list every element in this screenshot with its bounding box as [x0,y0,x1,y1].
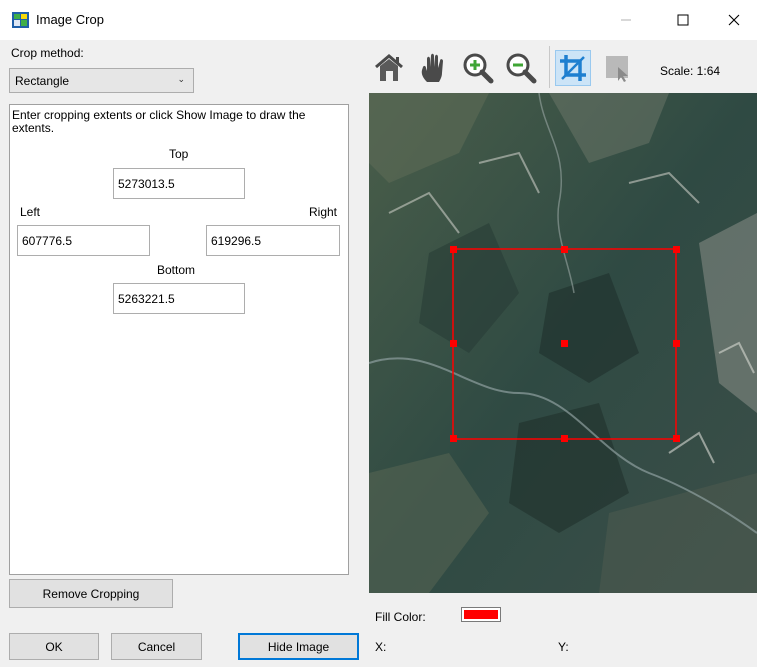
right-label: Right [309,205,338,219]
x-coordinate-label: X: [375,640,387,654]
crop-tool-button[interactable] [555,50,591,86]
zoom-in-tool-button[interactable] [460,50,496,86]
satellite-image [369,93,757,593]
scale-readout: Scale: 1:64 [660,64,721,78]
fill-color-sample [464,610,498,619]
remove-cropping-button[interactable]: Remove Cropping [9,579,173,608]
bottom-extent-input[interactable] [113,283,245,314]
zoom-out-icon [506,53,537,84]
select-region-icon [606,56,628,82]
fill-color-swatch[interactable] [461,607,501,622]
bottom-label: Bottom [157,263,196,277]
hide-image-button[interactable]: Hide Image [238,633,359,660]
crop-icon [560,55,586,81]
satellite-image-app-icon [12,12,29,28]
title-bar: Image Crop [0,0,757,40]
y-coordinate-label: Y: [558,640,569,654]
pan-tool-button[interactable] [416,50,452,86]
zoom-out-tool-button[interactable] [503,50,539,86]
toolbar-separator [549,46,550,88]
minimize-icon [621,19,631,21]
close-button[interactable] [711,0,757,40]
crop-method-value: Rectangle [15,74,70,88]
ok-button[interactable]: OK [9,633,99,660]
minimize-button[interactable] [603,0,649,40]
top-label: Top [169,147,189,161]
select-region-tool-button[interactable] [600,50,636,86]
image-preview[interactable] [369,93,757,593]
top-extent-input[interactable] [113,168,245,199]
maximize-icon [677,14,689,26]
pan-hand-icon [421,53,443,82]
instructions-text: Enter cropping extents or click Show Ima… [12,108,306,135]
right-extent-input[interactable] [206,225,340,256]
cancel-button[interactable]: Cancel [111,633,202,660]
left-extent-input[interactable] [17,225,150,256]
fill-color-label: Fill Color: [375,610,426,624]
home-icon [375,54,403,81]
left-label: Left [20,205,41,219]
crop-method-label: Crop method: [11,46,84,60]
maximize-button[interactable] [660,0,706,40]
window-title: Image Crop [36,12,104,27]
zoom-in-icon [463,53,494,84]
home-tool-button[interactable] [371,50,407,86]
crop-method-dropdown[interactable]: Rectangle ⌄ [9,68,194,93]
chevron-down-icon: ⌄ [177,74,185,84]
close-icon [728,14,740,26]
